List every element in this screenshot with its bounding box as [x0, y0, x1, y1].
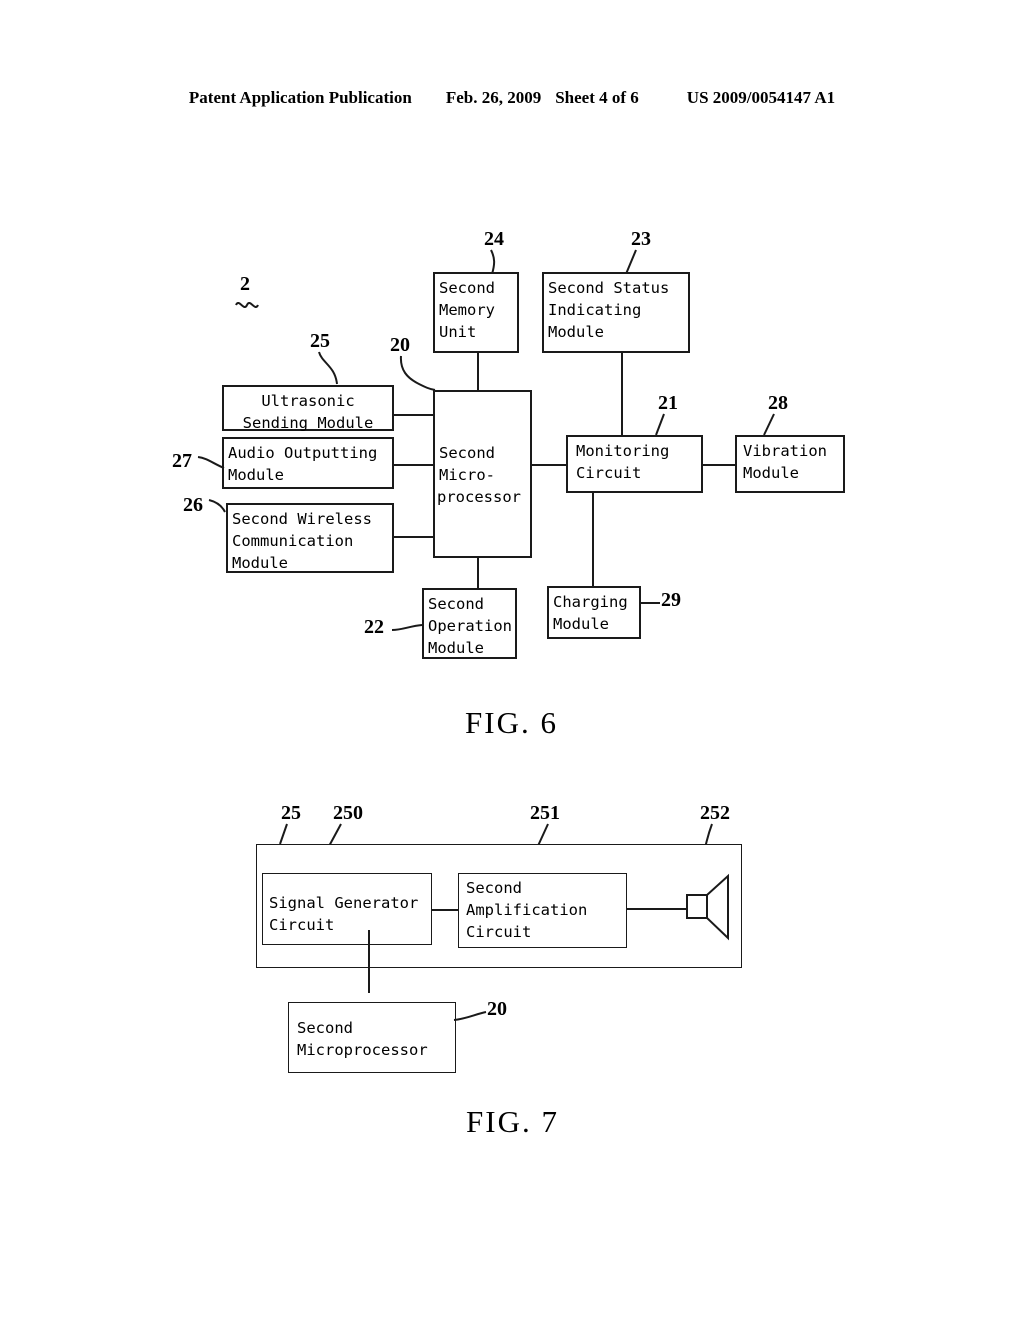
fig6-ref-26: 26: [183, 494, 203, 516]
fig6-caption: FIG. 6: [465, 705, 558, 740]
box-vibration-module: Vibration Module: [735, 435, 845, 493]
box-line: Second: [466, 879, 522, 897]
fig7-ref-250: 250: [333, 802, 363, 824]
fig7-ref-25: 25: [281, 802, 301, 824]
fig6-ref-27: 27: [172, 450, 192, 472]
box-second-amplification-circuit: Second Amplification Circuit: [458, 873, 627, 948]
fig6-leader-25: [318, 351, 338, 385]
box-line: Microprocessor: [297, 1041, 428, 1059]
box-audio-outputting-module: Audio Outputting Module: [222, 437, 394, 489]
box-line: Second: [428, 595, 484, 613]
box-line: Audio Outputting: [228, 444, 378, 462]
fig7-leader-25: [279, 823, 288, 845]
fig7-ref-251: 251: [530, 802, 560, 824]
box-line: Second: [439, 279, 495, 297]
fig6-ref-23: 23: [631, 228, 651, 250]
fig6-ref-25: 25: [310, 330, 330, 352]
box-line: Amplification: [466, 901, 588, 919]
box-line: Module: [228, 466, 284, 484]
box-line: Circuit: [576, 464, 642, 482]
box-line: Ultrasonic: [261, 392, 355, 410]
box-line: Module: [232, 554, 288, 572]
box-second-operation-module: Second Operation Module: [422, 588, 517, 659]
header-publication: Patent Application Publication: [188, 88, 412, 107]
connector-ultrasonic-to-microprocessor: [394, 414, 433, 416]
fig7-ref-20: 20: [487, 998, 507, 1020]
box-line: Second: [297, 1019, 353, 1037]
header-date: Feb. 26, 2009: [445, 88, 542, 107]
box-line: Module: [548, 323, 604, 341]
fig7-ref-252: 252: [700, 802, 730, 824]
connector-amplification-to-speaker: [627, 908, 687, 910]
fig6-ref-21: 21: [658, 392, 678, 414]
box-line: Second Wireless: [232, 510, 372, 528]
connector-generator-to-microprocessor: [368, 930, 370, 993]
fig6-ref-29: 29: [661, 589, 681, 611]
connector-wireless-to-microprocessor: [394, 536, 433, 538]
box-monitoring-circuit: Monitoring Circuit: [566, 435, 703, 493]
box-line: Second Status: [548, 279, 670, 297]
box-line: Memory: [439, 301, 495, 319]
patent-page: Patent Application Publication Feb. 26, 2…: [0, 0, 1024, 1320]
connector-monitoring-to-vibration: [703, 464, 735, 466]
box-line: Module: [428, 639, 484, 657]
fig6-system-ref: 2: [240, 273, 250, 295]
box-line: Vibration: [743, 442, 827, 460]
box-line: Signal Generator: [269, 894, 419, 912]
fig7-leader-20: [453, 1011, 487, 1021]
connector-monitoring-to-charging: [592, 493, 594, 586]
connector-memory-to-microprocessor: [477, 353, 479, 391]
box-line: Circuit: [466, 923, 532, 941]
box-line: Charging: [553, 593, 628, 611]
box-line: Module: [553, 615, 609, 633]
connector-status-to-monitoring: [621, 353, 623, 436]
box-line: Circuit: [269, 916, 335, 934]
box-line: Second: [439, 444, 495, 462]
fig6-system-ref-squiggle: [235, 302, 259, 308]
fig6-ref-22: 22: [364, 616, 384, 638]
fig7-caption: FIG. 7: [466, 1104, 559, 1139]
connector-generator-to-amplification: [432, 909, 458, 911]
header-sheet: Sheet 4 of 6: [555, 88, 639, 107]
connector-microprocessor-to-operation: [477, 558, 479, 588]
box-ultrasonic-sending-module: Ultrasonic Sending Module: [222, 385, 394, 432]
header-docnumber: US 2009/0054147 A1: [686, 88, 836, 107]
fig6-ref-28: 28: [768, 392, 788, 414]
page-header: Patent Application Publication Feb. 26, 2…: [0, 88, 1024, 108]
box-line: Indicating: [548, 301, 642, 319]
box-fig7-second-microprocessor: Second Microprocessor: [288, 1002, 456, 1073]
box-second-microprocessor: Second Micro-: [433, 390, 532, 558]
box-line: Communication: [232, 532, 354, 550]
box-second-memory-unit: Second Memory Unit: [433, 272, 519, 353]
fig6-ref-24: 24: [484, 228, 504, 250]
connector-audio-to-microprocessor: [394, 464, 433, 466]
box-charging-module: Charging Module: [547, 586, 641, 639]
box-line: Unit: [439, 323, 477, 341]
box-line: Micro-: [439, 466, 495, 484]
box-second-status-indicating-module: Second Status Indicating Module: [542, 272, 690, 353]
box-line: Module: [743, 464, 799, 482]
fig6-leader-20: [399, 355, 436, 391]
box-second-wireless-communication-module: Second Wireless Communication Module: [226, 503, 394, 573]
fig6-leader-22: [391, 624, 423, 631]
fig6-ref-20: 20: [390, 334, 410, 356]
box-line: Monitoring: [576, 442, 670, 460]
box-second-microprocessor-overflow-line: processor: [437, 488, 521, 506]
box-line: Sending Module: [242, 414, 374, 432]
box-line: Operation: [428, 617, 512, 635]
connector-microprocessor-to-monitoring: [532, 464, 566, 466]
box-signal-generator-circuit: Signal Generator Circuit: [262, 873, 432, 945]
